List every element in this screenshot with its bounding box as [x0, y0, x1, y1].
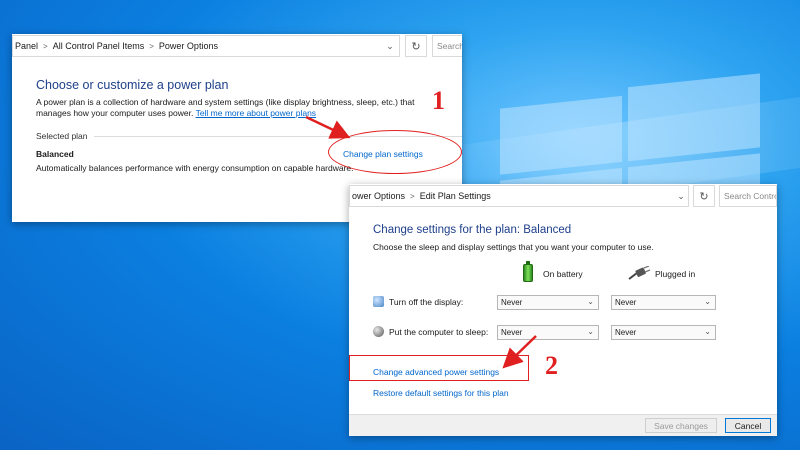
annotation-arrows [305, 115, 537, 369]
arrow-1 [305, 115, 351, 139]
arrow-2 [502, 335, 537, 369]
